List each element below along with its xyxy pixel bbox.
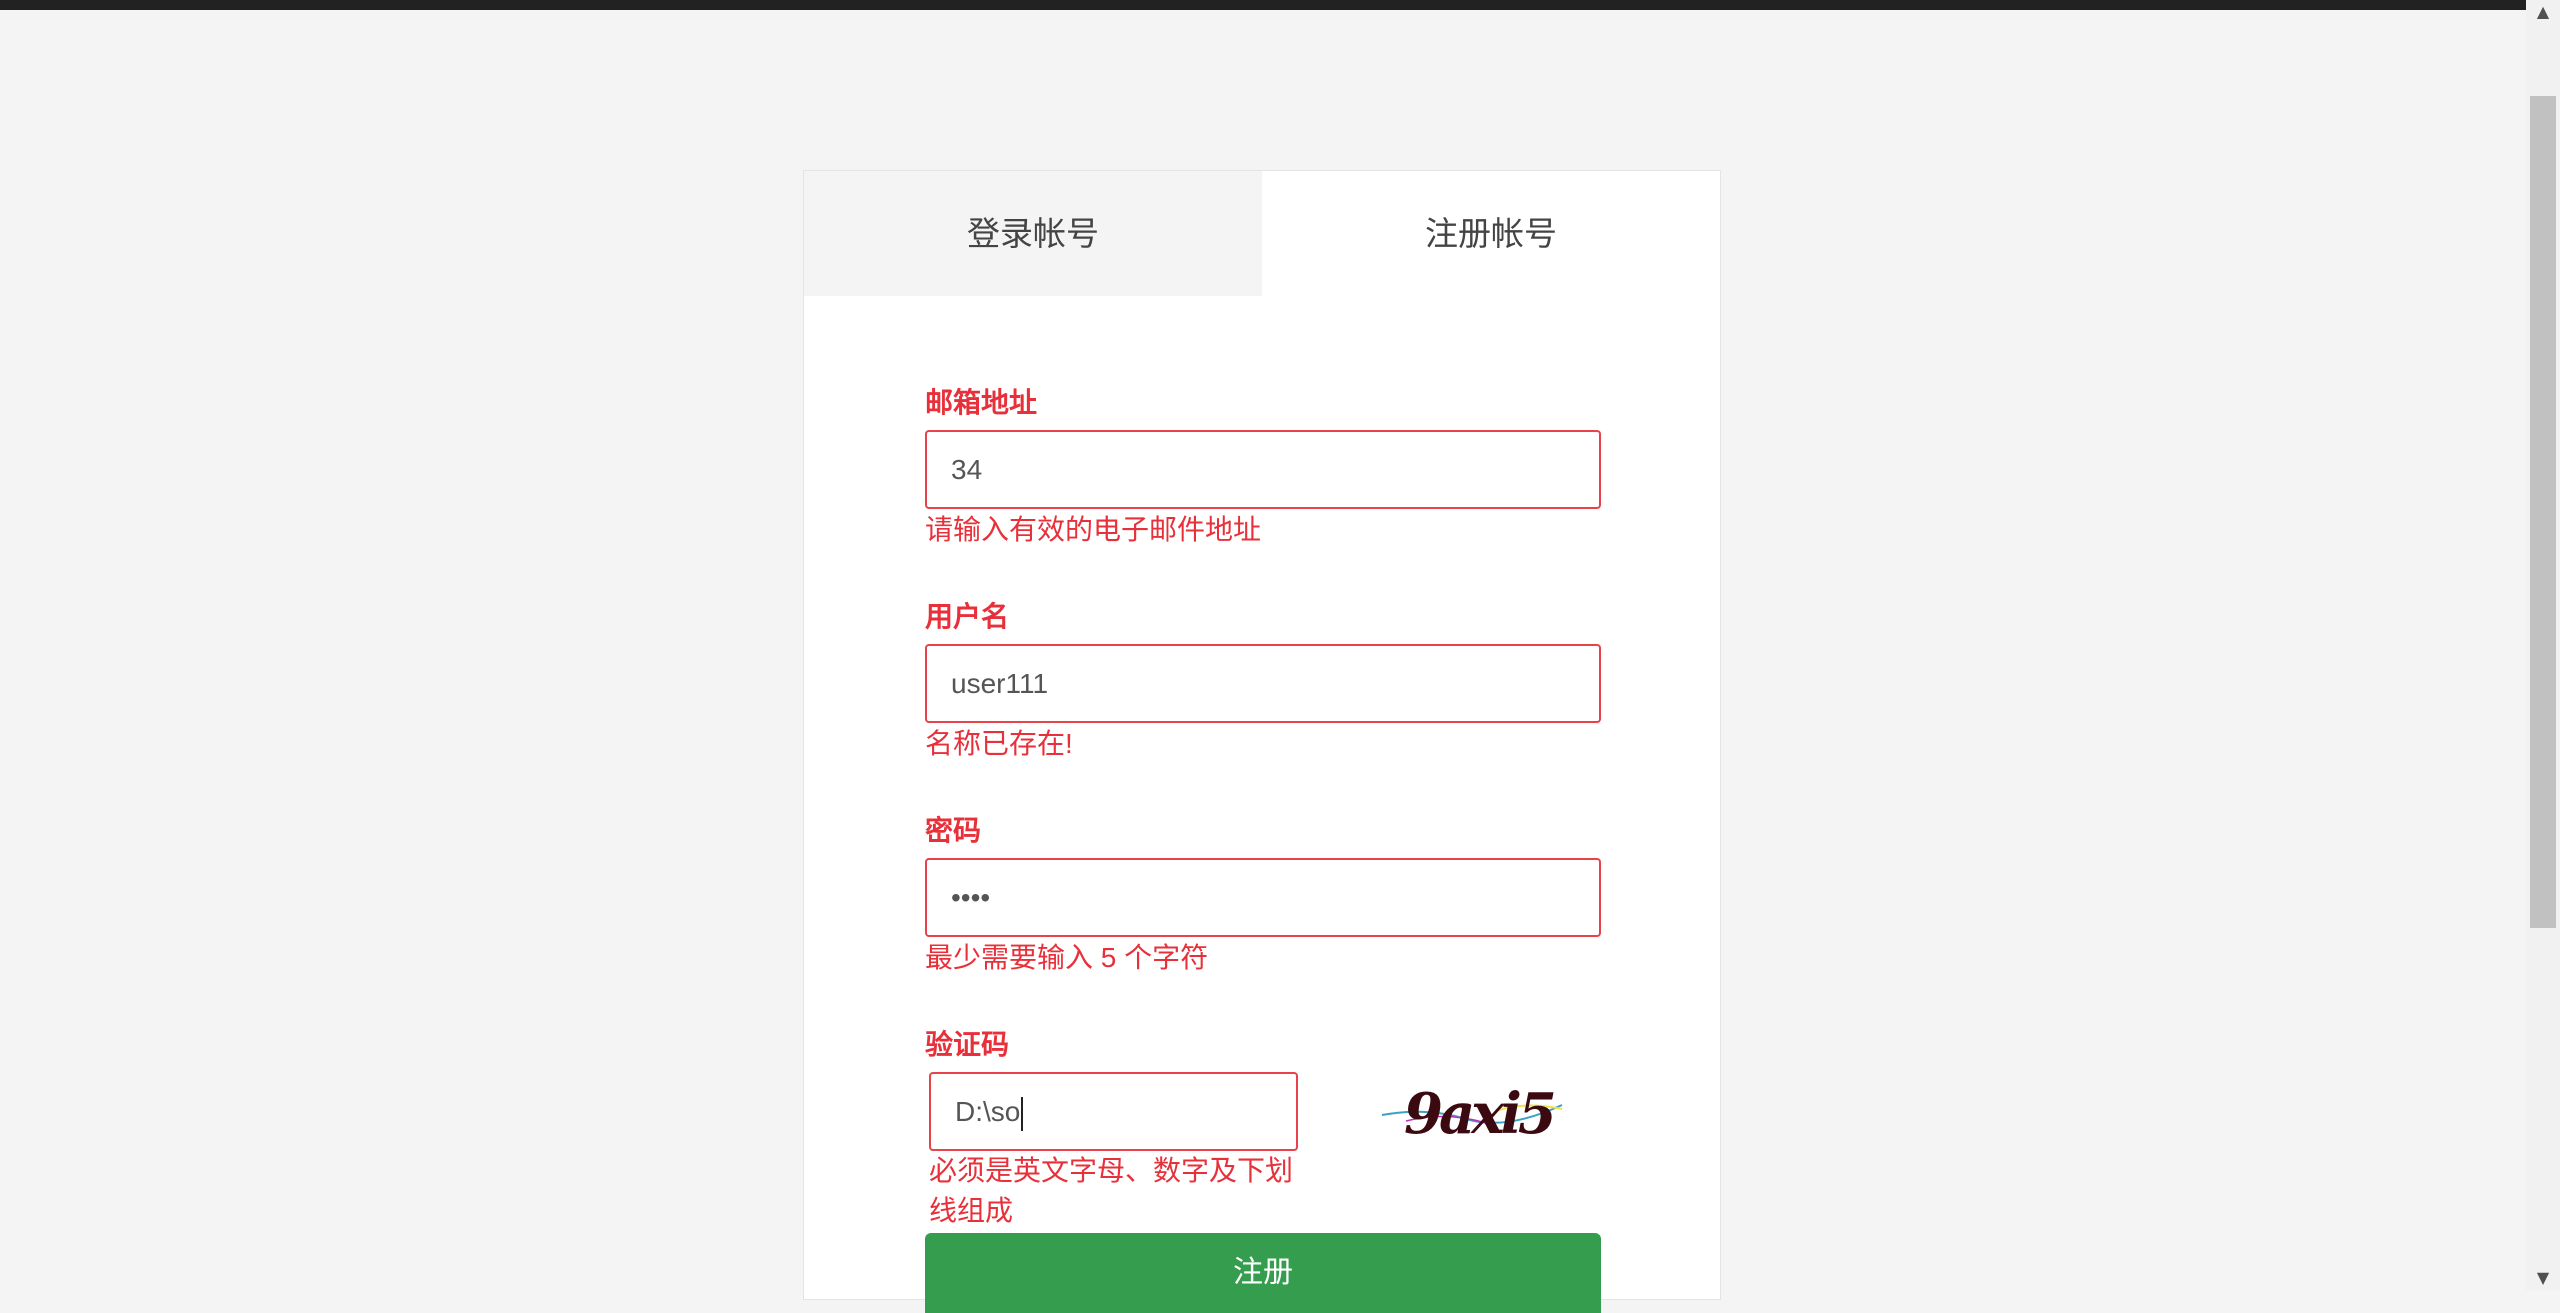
auth-card: 登录帐号 注册帐号 邮箱地址 34 请输入有效的电子邮件地址 用户名 user1… [803, 170, 1721, 1313]
browser-top-bar [0, 0, 2526, 10]
captcha-error: 必须是英文字母、数字及下划线组成 [929, 1155, 1294, 1226]
captcha-image[interactable]: 9axi5 [1376, 1071, 1566, 1151]
captcha-field[interactable]: D:\so [929, 1072, 1298, 1151]
email-field[interactable]: 34 [925, 430, 1601, 509]
captcha-field-value: D:\so [955, 1096, 1021, 1127]
register-submit-button[interactable]: 注册 [925, 1233, 1601, 1313]
page-scrollbar[interactable]: ▲ ▼ [2526, 0, 2560, 1290]
password-error: 最少需要输入 5 个字符 [925, 942, 1209, 973]
tab-login[interactable]: 登录帐号 [804, 171, 1262, 296]
tab-register[interactable]: 注册帐号 [1262, 171, 1720, 296]
captcha-label: 验证码 [925, 1029, 1010, 1060]
username-error: 名称已存在! [925, 728, 1073, 759]
text-caret [1021, 1096, 1024, 1131]
username-label: 用户名 [925, 601, 1010, 632]
captcha-text: 9axi5 [1404, 1081, 1554, 1147]
password-label: 密码 [925, 815, 982, 846]
auth-tabs: 登录帐号 注册帐号 [804, 171, 1720, 296]
email-error: 请输入有效的电子邮件地址 [925, 514, 1262, 545]
password-field[interactable]: •••• [925, 858, 1601, 937]
scroll-up-arrow-icon[interactable]: ▲ [2526, 0, 2560, 24]
scroll-down-arrow-icon[interactable]: ▼ [2526, 1266, 2560, 1290]
email-label: 邮箱地址 [925, 387, 1038, 418]
username-field[interactable]: user111 [925, 644, 1601, 723]
scrollbar-thumb[interactable] [2530, 96, 2556, 928]
